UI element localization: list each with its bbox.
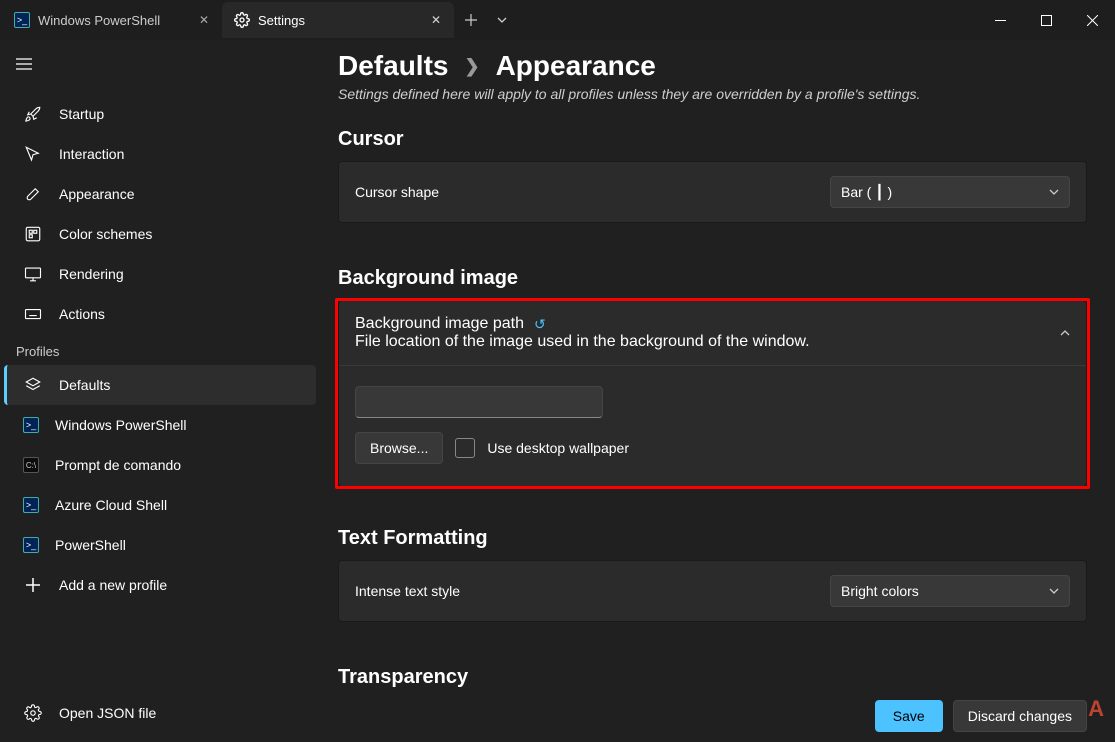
bg-path-desc: File location of the image used in the b…	[355, 333, 810, 351]
sidebar-item-label: PowerShell	[55, 537, 126, 553]
hamburger-button[interactable]	[4, 46, 44, 82]
close-window-button[interactable]	[1069, 0, 1115, 40]
chevron-down-icon	[1049, 189, 1059, 195]
titlebar: >_ Windows PowerShell ✕ Settings ✕	[0, 0, 1115, 40]
section-header-text-formatting: Text Formatting	[338, 527, 1087, 550]
sidebar-item-label: Open JSON file	[59, 705, 156, 721]
sidebar-item-label: Prompt de comando	[55, 457, 181, 473]
palette-icon	[23, 224, 43, 244]
sidebar-item-add-profile[interactable]: Add a new profile	[4, 565, 316, 605]
monitor-icon	[23, 264, 43, 284]
sidebar-item-appearance[interactable]: Appearance	[4, 174, 316, 214]
dropdown-value: Bright colors	[841, 583, 919, 599]
dropdown-value: Bar ( ┃ )	[841, 184, 892, 201]
reset-icon[interactable]: ↺	[534, 316, 546, 333]
sidebar-item-label: Color schemes	[59, 226, 152, 242]
card-cursor-shape: Cursor shape Bar ( ┃ )	[338, 161, 1087, 223]
powershell-icon: >_	[23, 537, 39, 553]
sidebar-item-label: Appearance	[59, 186, 135, 202]
sidebar-item-label: Rendering	[59, 266, 124, 282]
brush-icon	[23, 184, 43, 204]
page-subtitle: Settings defined here will apply to all …	[338, 86, 1087, 102]
sidebar-item-startup[interactable]: Startup	[4, 94, 316, 134]
expander-header[interactable]: Background image path ↺ File location of…	[339, 301, 1086, 365]
sidebar-item-label: Interaction	[59, 146, 124, 162]
tab-label: Windows PowerShell	[38, 13, 188, 28]
sidebar-item-windows-powershell[interactable]: >_ Windows PowerShell	[4, 405, 316, 445]
use-desktop-wallpaper-label: Use desktop wallpaper	[487, 440, 629, 456]
section-header-background: Background image	[338, 267, 1087, 290]
sidebar-item-actions[interactable]: Actions	[4, 294, 316, 334]
bg-path-input[interactable]	[355, 386, 603, 418]
sidebar-item-defaults[interactable]: Defaults	[4, 365, 316, 405]
sidebar-item-label: Windows PowerShell	[55, 417, 187, 433]
tab-settings[interactable]: Settings ✕	[222, 2, 454, 38]
powershell-icon: >_	[23, 417, 39, 433]
footer-buttons: Save Discard changes	[875, 700, 1087, 732]
card-background-image-path: Background image path ↺ File location of…	[338, 300, 1087, 487]
new-tab-button[interactable]	[454, 3, 488, 37]
breadcrumb-leaf: Appearance	[496, 50, 656, 82]
sidebar-item-label: Azure Cloud Shell	[55, 497, 167, 513]
sidebar-item-label: Defaults	[59, 377, 110, 393]
keyboard-icon	[23, 304, 43, 324]
sidebar-item-powershell[interactable]: >_ PowerShell	[4, 525, 316, 565]
sidebar-item-rendering[interactable]: Rendering	[4, 254, 316, 294]
bg-path-label: Background image path	[355, 315, 524, 333]
powershell-icon: >_	[14, 12, 30, 28]
chevron-down-icon	[1049, 588, 1059, 594]
rocket-icon	[23, 104, 43, 124]
sidebar-item-open-json[interactable]: Open JSON file	[4, 688, 316, 738]
sidebar: Startup Interaction Appearance Color sch…	[0, 40, 320, 742]
maximize-button[interactable]	[1023, 0, 1069, 40]
cursor-shape-dropdown[interactable]: Bar ( ┃ )	[830, 176, 1070, 208]
tab-label: Settings	[258, 13, 420, 28]
close-icon[interactable]: ✕	[428, 12, 444, 28]
intense-text-label: Intense text style	[355, 583, 460, 599]
profiles-header: Profiles	[0, 334, 320, 365]
sidebar-item-color-schemes[interactable]: Color schemes	[4, 214, 316, 254]
azure-icon: >_	[23, 497, 39, 513]
command-prompt-icon: C:\	[23, 457, 39, 473]
cursor-shape-label: Cursor shape	[355, 184, 439, 200]
sidebar-item-azure-cloud-shell[interactable]: >_ Azure Cloud Shell	[4, 485, 316, 525]
intense-text-dropdown[interactable]: Bright colors	[830, 575, 1070, 607]
close-icon[interactable]: ✕	[196, 12, 212, 28]
breadcrumb-root[interactable]: Defaults	[338, 50, 448, 82]
sidebar-item-label: Add a new profile	[59, 577, 167, 593]
sidebar-item-interaction[interactable]: Interaction	[4, 134, 316, 174]
use-desktop-wallpaper-checkbox[interactable]	[455, 438, 475, 458]
chevron-right-icon: ❯	[464, 56, 479, 77]
layers-icon	[23, 375, 43, 395]
card-intense-text-style: Intense text style Bright colors	[338, 560, 1087, 622]
sidebar-item-command-prompt[interactable]: C:\ Prompt de comando	[4, 445, 316, 485]
discard-button[interactable]: Discard changes	[953, 700, 1087, 732]
content: Defaults ❯ Appearance Settings defined h…	[320, 40, 1115, 742]
gear-icon	[23, 703, 43, 723]
breadcrumb: Defaults ❯ Appearance	[338, 50, 1087, 82]
sidebar-item-label: Actions	[59, 306, 105, 322]
cursor-icon	[23, 144, 43, 164]
browse-button[interactable]: Browse...	[355, 432, 443, 464]
chevron-up-icon	[1060, 330, 1070, 336]
tab-powershell[interactable]: >_ Windows PowerShell ✕	[2, 2, 222, 38]
save-button[interactable]: Save	[875, 700, 943, 732]
tab-dropdown-button[interactable]	[488, 3, 516, 37]
section-header-cursor: Cursor	[338, 128, 1087, 151]
sidebar-item-label: Startup	[59, 106, 104, 122]
plus-icon	[23, 575, 43, 595]
gear-icon	[234, 12, 250, 28]
section-header-transparency: Transparency	[338, 666, 1087, 689]
minimize-button[interactable]	[977, 0, 1023, 40]
